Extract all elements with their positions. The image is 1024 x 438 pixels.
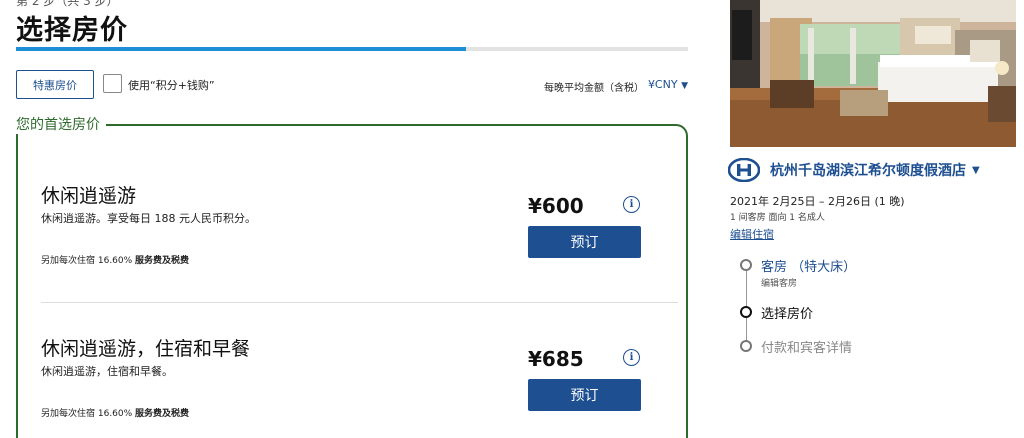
step-dot <box>740 259 752 271</box>
points-money-label[interactable]: 使用“积分+钱购” <box>128 77 215 93</box>
edit-stay-link[interactable]: 编辑住宿 <box>730 226 774 242</box>
rate-divider <box>41 302 678 303</box>
rate-tax-note: 另加每次住宿 16.60% 服务费及税费 <box>41 253 189 266</box>
tax-prefix: 另加每次住宿 16.60% <box>41 409 136 419</box>
rate-name: 休闲逍遥游 <box>41 185 137 207</box>
step-room: 客房 （特大床） 编辑客房 <box>740 256 856 289</box>
rate-selection-panel: 第 2 步（共 3 步） 选择房价 特惠房价 使用“积分+钱购” 每晚平均金额（… <box>0 0 700 438</box>
rate-description: 休闲逍遥游，住宿和早餐。 <box>41 365 173 378</box>
currency-value: ¥CNY <box>647 78 678 91</box>
page-title: 选择房价 <box>16 15 128 46</box>
book-button[interactable]: 预订 <box>528 379 641 411</box>
booking-summary-sidebar: 杭州千岛湖滨江希尔顿度假酒店 ▼ 2021年 2月25日 – 2月26日 (1 … <box>728 0 1024 438</box>
info-icon[interactable]: i <box>623 349 640 366</box>
occupancy-info: 1 间客房 面向 1 名成人 <box>730 213 825 223</box>
tax-bold: 服务费及税费 <box>135 256 190 266</box>
step-label: 选择房价 <box>761 307 814 322</box>
step-dot <box>740 340 752 352</box>
rate-card: 休闲逍遥游，住宿和早餐 休闲逍遥游，住宿和早餐。 另加每次住宿 16.60% 服… <box>41 334 681 434</box>
edit-room-link[interactable]: 编辑客房 <box>761 276 797 289</box>
step-rate: 选择房价 <box>740 303 813 322</box>
rate-name: 休闲逍遥游，住宿和早餐 <box>41 338 251 360</box>
book-button[interactable]: 预订 <box>528 226 641 258</box>
progress-bar <box>16 47 688 51</box>
tax-prefix: 另加每次住宿 16.60% <box>41 256 136 266</box>
rate-description: 休闲逍遥游。享受每日 188 元人民币积分。 <box>41 212 256 225</box>
info-icon[interactable]: i <box>623 196 640 213</box>
chevron-down-icon[interactable]: ▼ <box>972 165 980 176</box>
hotel-room-photo <box>730 0 1016 147</box>
progress-fill <box>16 47 467 51</box>
avg-price-label: 每晚平均金额（含税） <box>544 83 644 94</box>
currency-selector[interactable]: ¥CNY ▼ <box>648 78 688 91</box>
rate-price: ¥600 <box>528 194 584 218</box>
points-money-checkbox[interactable] <box>103 74 122 93</box>
special-rate-button[interactable]: 特惠房价 <box>16 70 94 99</box>
step-label: 付款和宾客详情 <box>761 341 853 356</box>
tax-bold: 服务费及税费 <box>135 409 190 419</box>
hilton-logo-icon <box>728 158 760 182</box>
booking-steps: 客房 （特大床） 编辑客房 选择房价 付款和宾客详情 <box>740 256 1020 366</box>
hotel-selector[interactable]: 杭州千岛湖滨江希尔顿度假酒店 ▼ <box>728 158 980 182</box>
chevron-down-icon: ▼ <box>681 81 688 91</box>
hotel-name[interactable]: 杭州千岛湖滨江希尔顿度假酒店 <box>770 160 966 180</box>
stay-dates: 2021年 2月25日 – 2月26日 (1 晚) <box>730 195 905 208</box>
step-label[interactable]: 客房 （特大床） <box>761 256 856 275</box>
step-payment: 付款和宾客详情 <box>740 337 852 356</box>
step-dot-active <box>740 306 752 318</box>
rate-card: 休闲逍遥游 休闲逍遥游。享受每日 188 元人民币积分。 另加每次住宿 16.6… <box>41 181 681 281</box>
rate-price: ¥685 <box>528 347 584 371</box>
rate-tax-note: 另加每次住宿 16.60% 服务费及税费 <box>41 406 189 419</box>
preferred-rates-legend: 您的首选房价 <box>16 114 106 134</box>
